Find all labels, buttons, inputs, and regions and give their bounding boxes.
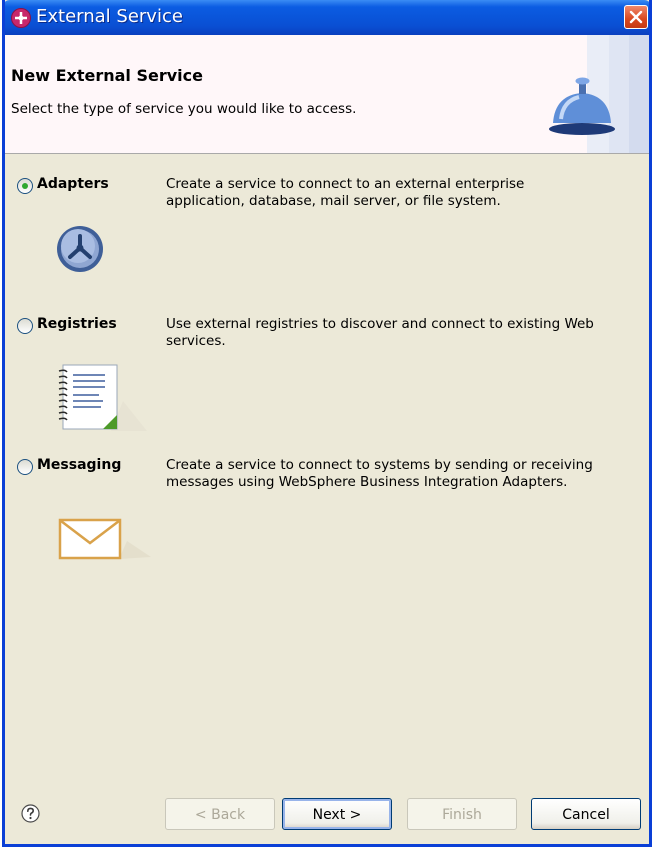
wizard-banner: New External Service Select the type of …: [5, 35, 649, 154]
messaging-radio[interactable]: [17, 459, 33, 475]
messaging-label[interactable]: Messaging: [37, 457, 121, 473]
registries-description: Use external registries to discover and …: [166, 316, 594, 350]
window-title: External Service: [36, 6, 183, 27]
registries-description-line: services.: [166, 333, 226, 349]
registry-notebook-icon: [58, 364, 147, 431]
registries-radio[interactable]: [17, 318, 33, 334]
page-title: New External Service: [11, 66, 203, 85]
adapters-label[interactable]: Adapters: [37, 176, 109, 192]
option-messaging: Messaging Create a service to connect to…: [5, 444, 649, 574]
next-button[interactable]: Next >: [282, 798, 392, 830]
service-bell-icon: [549, 35, 649, 153]
finish-button[interactable]: Finish: [407, 798, 517, 830]
service-type-options: Adapters Create a service to connect to …: [5, 154, 649, 766]
help-icon[interactable]: [21, 804, 40, 823]
radio-selected-dot: [22, 183, 28, 189]
registries-label[interactable]: Registries: [37, 316, 117, 332]
option-registries: Registries Use external registries to di…: [5, 299, 649, 439]
adapter-icon: [57, 226, 103, 272]
messaging-description-line: Create a service to connect to systems b…: [166, 457, 593, 473]
option-adapters: Adapters Create a service to connect to …: [5, 154, 649, 294]
messaging-description: Create a service to connect to systems b…: [166, 457, 593, 491]
close-button[interactable]: [624, 5, 648, 29]
adapters-description-line: Create a service to connect to an extern…: [166, 176, 525, 192]
cancel-button[interactable]: Cancel: [531, 798, 641, 830]
external-service-dialog: External Service New External Service Se…: [2, 0, 652, 847]
adapters-description: Create a service to connect to an extern…: [166, 176, 524, 210]
close-icon: [629, 10, 643, 24]
adapters-radio[interactable]: [17, 178, 33, 194]
button-bar: < Back Next > Finish Cancel: [5, 766, 649, 844]
app-icon: [11, 8, 31, 28]
title-bar[interactable]: External Service: [5, 0, 649, 35]
page-description: Select the type of service you would lik…: [11, 101, 357, 117]
registries-description-line: Use external registries to discover and …: [166, 316, 594, 332]
messaging-description-line: messages using WebSphere Business Integr…: [166, 474, 568, 490]
back-button[interactable]: < Back: [165, 798, 275, 830]
adapters-description-line: application, database, mail server, or f…: [166, 193, 501, 209]
envelope-icon: [58, 518, 151, 560]
